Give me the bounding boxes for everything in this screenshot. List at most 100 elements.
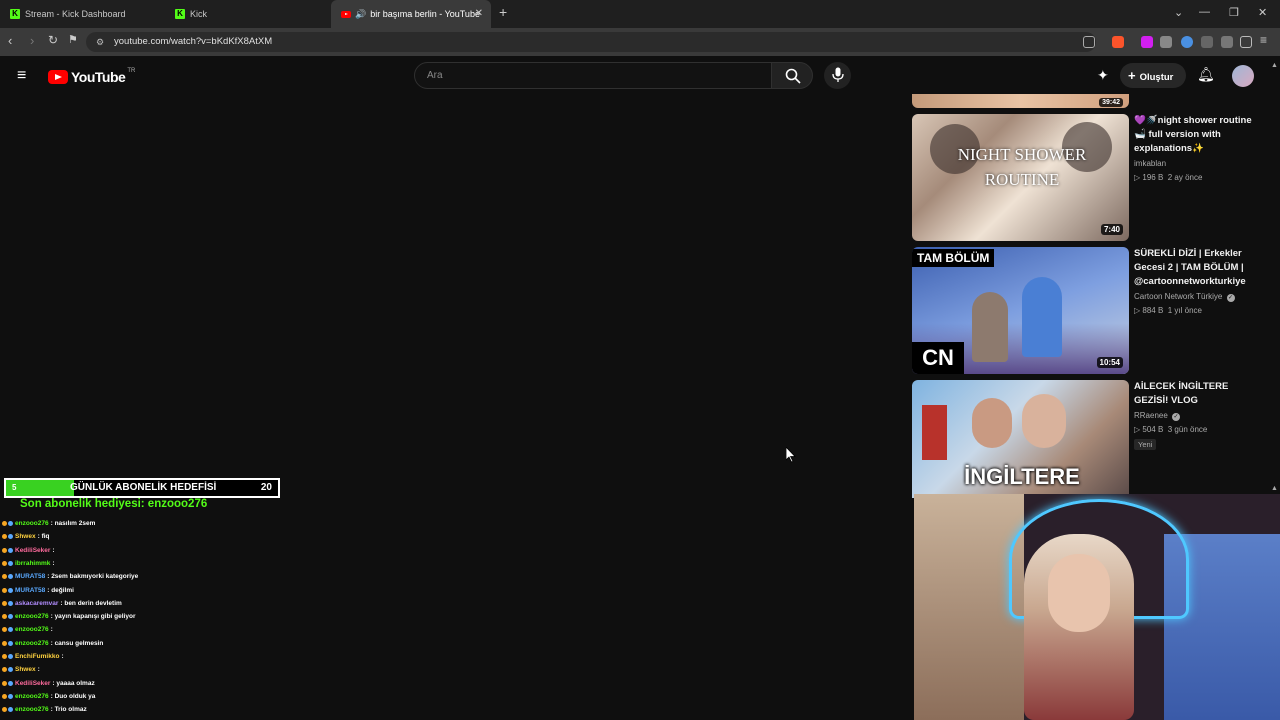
user-badges [2,627,13,633]
chat-username[interactable]: askacaremvar [15,600,58,607]
ai-sparkle-icon[interactable]: ✦ [1097,67,1109,84]
tab-kick-dashboard[interactable]: K Stream - Kick Dashboard [0,0,165,28]
channel-name[interactable]: Cartoon Network Türkiye [1134,292,1222,301]
extension-icon[interactable] [1141,36,1153,48]
puzzle-icon[interactable] [1201,36,1213,48]
tab-search-icon[interactable]: ⌄ [1174,6,1183,19]
chat-username[interactable]: KediliSeker [15,680,50,687]
new-tab-button[interactable]: + [499,4,507,20]
video-thumbnail[interactable]: TAM BÖLÜM CN 10:54 [912,247,1129,374]
minimize-button[interactable]: — [1199,6,1210,18]
bookmark-icon[interactable]: ⚑ [68,33,78,46]
brave-shield-icon[interactable] [1112,36,1124,48]
tab-youtube[interactable]: 🔊 bir başıma berlin - YouTube ✕ [331,0,491,28]
site-info-icon[interactable]: ⚙ [96,32,104,52]
user-badges [2,600,13,606]
notifications-bell-icon[interactable]: 🔔︎ [1197,66,1215,83]
chat-username[interactable]: enzooo276 [15,626,49,633]
url-field[interactable]: ⚙ youtube.com/watch?v=bKdKfX8AtXM [86,32,1096,52]
tab-kick[interactable]: K Kick [165,0,330,28]
user-badges [2,574,13,580]
search-button[interactable] [771,62,813,89]
recommendation-item[interactable]: 39:42 [912,94,1272,108]
video-thumbnail[interactable]: İNGİLTERE [912,380,1129,498]
user-badges [2,654,13,659]
music-icon[interactable] [1221,36,1233,48]
recommendation-item[interactable]: TAM BÖLÜM CN 10:54 SÜREKLİ DİZİ | Erkekl… [912,247,1272,375]
recommendation-item[interactable]: NIGHT SHOWER ROUTINE 7:40 💜🚿night shower… [912,114,1272,242]
badge-icon [8,614,13,620]
views-icon: ▷ [1134,425,1141,434]
goal-current: 5 [12,483,17,492]
chat-username[interactable]: enzooo276 [15,640,49,647]
badge-icon [8,693,13,699]
chat-username[interactable]: KediliSeker [15,547,50,554]
video-title[interactable]: SÜREKLİ DİZİ | Erkekler Gecesi 2 | TAM B… [1134,247,1264,289]
search-input[interactable]: Ara [414,62,772,89]
recommendation-item[interactable]: İNGİLTERE AİLECEK İNGİLTERE GEZİSİ! VLOG… [912,380,1272,498]
user-badges [2,693,13,699]
thumbnail-text: TAM BÖLÜM [912,249,995,267]
thumbnail-figure [972,292,1008,362]
url-text: youtube.com/watch?v=bKdKfX8AtXM [114,36,273,47]
channel-name[interactable]: imkablan [1134,159,1166,168]
chat-text: : nasılım 2sem [50,520,96,527]
video-thumbnail[interactable]: NIGHT SHOWER ROUTINE 7:40 [912,114,1129,241]
chat-message: EnchiFumikko: [2,653,64,660]
chat-username[interactable]: Shwex [15,666,36,673]
video-meta: ▷ 884 B 1 yıl önce [1134,306,1202,315]
cast-icon[interactable] [1083,36,1095,48]
voice-search-button[interactable] [824,62,851,89]
youtube-icon [341,10,351,18]
badge-icon [2,654,7,659]
badge-icon [8,560,13,566]
address-bar-row: ‹ › ↻ ⚑ ⚙ youtube.com/watch?v=bKdKfX8AtX… [0,28,1280,56]
chat-username[interactable]: enzooo276 [15,520,49,527]
chat-username[interactable]: enzooo276 [15,613,49,620]
chat-username[interactable]: EnchiFumikko [15,653,59,660]
back-icon[interactable]: ‹ [8,33,12,48]
chat-text: : [37,666,40,674]
scrollbar-up-arrow[interactable]: ▲ [1271,485,1278,492]
thumbnail-figure [1022,394,1066,448]
extension-icon[interactable] [1160,36,1172,48]
chat-text: : Duo olduk ya [50,692,96,700]
badge-icon [2,693,7,699]
maximize-button[interactable]: ❐ [1229,6,1239,19]
user-badges [2,680,13,686]
thumbnail-text: İNGİLTERE [964,464,1080,489]
chat-username[interactable]: enzooo276 [15,693,49,700]
chat-message: MURAT58: 2sem bakmıyorki kategoriye [2,573,138,580]
youtube-logo[interactable]: YouTube TR [48,68,135,85]
hamburger-menu-icon[interactable]: ≡ [17,67,26,85]
badge-icon [8,640,13,646]
goal-target: 20 [260,482,272,493]
video-title[interactable]: 💜🚿night shower routine 🛁 full version wi… [1134,114,1264,156]
chat-username[interactable]: enzooo276 [15,706,49,713]
avatar[interactable] [1232,65,1254,87]
close-tab-icon[interactable]: ✕ [475,8,483,19]
badge-icon [2,680,7,686]
chat-username[interactable]: Shwex [15,533,36,540]
sidebar-icon[interactable] [1240,36,1252,48]
chat-username[interactable]: MURAT58 [15,573,45,580]
chat-username[interactable]: ibrrahimmk [15,560,50,567]
views-icon: ▷ [1134,306,1141,315]
channel-row[interactable]: RRaenee ✓ [1134,411,1181,421]
user-badges [2,707,13,713]
badge-icon [8,680,13,686]
video-title[interactable]: AİLECEK İNGİLTERE GEZİSİ! VLOG [1134,380,1264,408]
verified-icon: ✓ [1172,413,1181,421]
create-button[interactable]: + Oluştur [1120,63,1186,88]
reload-icon[interactable]: ↻ [48,33,58,47]
channel-name[interactable]: RRaenee [1134,411,1168,420]
forward-icon[interactable]: › [30,33,34,48]
badge-icon [8,600,13,606]
video-thumbnail[interactable]: 39:42 [912,94,1129,108]
channel-row[interactable]: Cartoon Network Türkiye ✓ [1134,292,1235,302]
close-window-button[interactable]: ✕ [1258,6,1267,19]
scrollbar-up-arrow[interactable]: ▲ [1271,62,1278,69]
menu-icon[interactable]: ≡ [1260,33,1267,47]
chat-username[interactable]: MURAT58 [15,587,45,594]
extension-icon[interactable] [1181,36,1193,48]
